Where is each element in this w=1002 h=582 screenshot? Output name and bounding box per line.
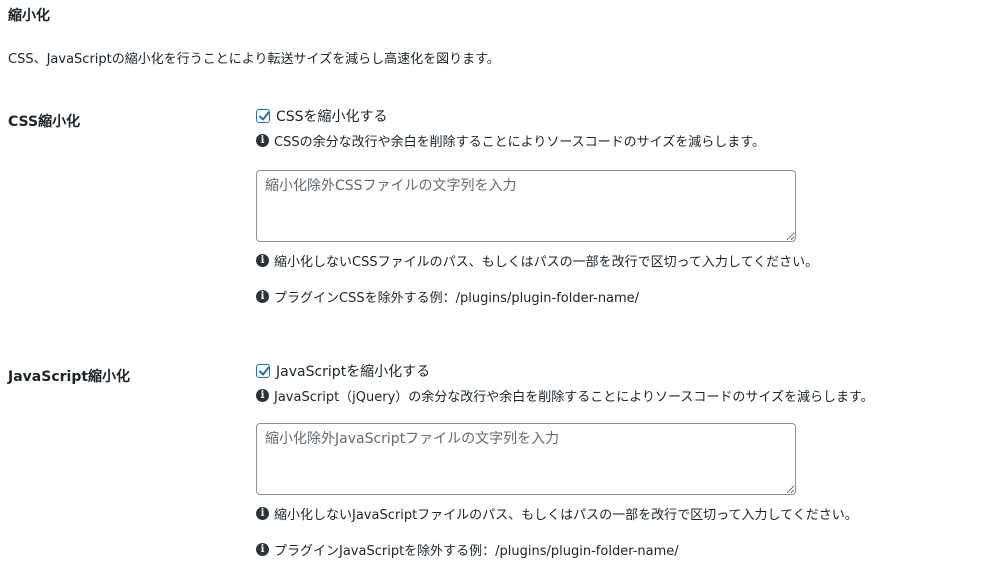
js-exclude-example: i プラグインJavaScriptを除外する例：/plugins/plugin-… <box>256 539 996 559</box>
css-exclude-help: i 縮小化しないCSSファイルのパス、もしくはパスの一部を改行で区切って入力して… <box>256 250 996 270</box>
info-icon: i <box>256 133 269 147</box>
js-minify-checkbox-row[interactable]: JavaScriptを縮小化する <box>256 361 996 381</box>
css-exclude-textarea-wrap <box>256 170 796 242</box>
js-exclude-textarea[interactable] <box>256 423 796 495</box>
info-icon: i <box>256 289 269 303</box>
css-minify-checkbox-row[interactable]: CSSを縮小化する <box>256 106 996 126</box>
js-exclude-help: i 縮小化しないJavaScriptファイルのパス、もしくはパスの一部を改行で区… <box>256 503 996 523</box>
css-exclude-example-text: プラグインCSSを除外する例：/plugins/plugin-folder-na… <box>274 290 640 306</box>
js-minify-field: JavaScriptを縮小化する i JavaScript（jQuery）の余分… <box>256 361 996 559</box>
info-icon: i <box>256 506 269 520</box>
css-minify-field: CSSを縮小化する i CSSの余分な改行や余白を削除することによりソースコード… <box>256 106 996 306</box>
js-minify-help: i JavaScript（jQuery）の余分な改行や余白を削除することによりソ… <box>256 385 996 405</box>
css-minify-help-text: CSSの余分な改行や余白を削除することによりソースコードのサイズを減らします。 <box>274 134 765 150</box>
section-description: CSS、JavaScriptの縮小化を行うことにより転送サイズを減らし高速化を図… <box>8 52 500 67</box>
js-minify-help-text: JavaScript（jQuery）の余分な改行や余白を削除することによりソース… <box>274 389 874 405</box>
css-exclude-textarea[interactable] <box>256 170 796 242</box>
js-exclude-textarea-wrap <box>256 423 796 495</box>
js-exclude-help-text: 縮小化しないJavaScriptファイルのパス、もしくはパスの一部を改行で区切っ… <box>274 507 858 523</box>
css-minify-checkbox[interactable] <box>256 109 270 123</box>
css-minify-help: i CSSの余分な改行や余白を削除することによりソースコードのサイズを減らします… <box>256 130 996 150</box>
info-icon: i <box>256 542 269 556</box>
section-title: 縮小化 <box>8 8 50 24</box>
checkmark-icon <box>259 111 270 121</box>
css-minify-label: CSS縮小化 <box>8 114 81 130</box>
js-minify-checkbox-label[interactable]: JavaScriptを縮小化する <box>276 361 430 381</box>
js-minify-label: JavaScript縮小化 <box>8 369 131 385</box>
js-exclude-example-text: プラグインJavaScriptを除外する例：/plugins/plugin-fo… <box>274 543 679 559</box>
info-icon: i <box>256 253 269 267</box>
css-exclude-example: i プラグインCSSを除外する例：/plugins/plugin-folder-… <box>256 286 996 306</box>
css-minify-checkbox-label[interactable]: CSSを縮小化する <box>276 106 388 126</box>
checkmark-icon <box>259 366 270 376</box>
css-exclude-help-text: 縮小化しないCSSファイルのパス、もしくはパスの一部を改行で区切って入力してくだ… <box>274 254 819 270</box>
js-minify-checkbox[interactable] <box>256 364 270 378</box>
info-icon: i <box>256 388 269 402</box>
